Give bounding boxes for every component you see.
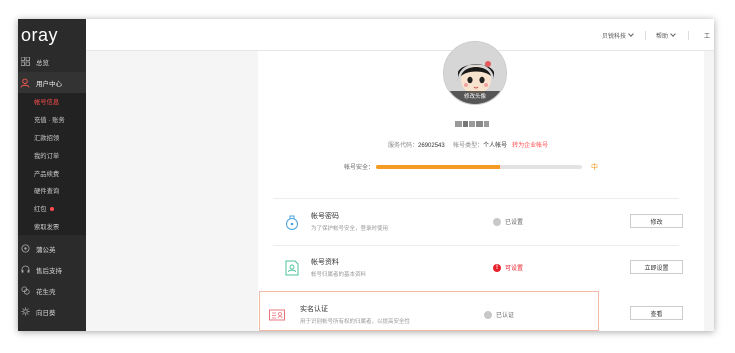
user-icon	[20, 78, 30, 88]
chevron-down-icon	[670, 30, 676, 37]
sidebar-item-remittance[interactable]: 汇款招领	[18, 129, 86, 147]
status-indicator: 已设置	[493, 217, 523, 226]
account-type-value: 个人帐号	[483, 143, 508, 149]
status-text: 可设置	[505, 266, 524, 272]
company-menu[interactable]: 贝锐科技	[602, 19, 634, 51]
grid-icon	[20, 57, 30, 67]
view-auth-button[interactable]: 查看	[630, 306, 683, 320]
status-indicator: 已认证	[484, 310, 514, 319]
lock-icon	[283, 213, 301, 231]
header-divider	[645, 31, 646, 40]
sidebar-item-renewal[interactable]: 产品续费	[18, 164, 86, 182]
main-content: 修改头像 服务代码：26902543 帐号类型：个人帐号 转为企业帐号 帐号安全…	[86, 41, 714, 331]
sidebar-item-sunflower[interactable]: 向日葵	[18, 301, 86, 323]
account-panel: 修改头像 服务代码：26902543 帐号类型：个人帐号 转为企业帐号 帐号安全…	[258, 41, 704, 331]
status-indicator: ! 可设置	[493, 263, 523, 272]
row-password: 帐号密码 为了保护帐号安全，登录时使用 已设置 修改	[273, 199, 683, 245]
chevron-down-icon	[628, 30, 634, 37]
status-text: 已设置	[505, 220, 524, 226]
sidebar-item-red-packet[interactable]: 红包	[18, 200, 86, 218]
sidebar-item-invoice[interactable]: 索取发票	[18, 218, 86, 236]
workbench-menu-label: 工	[704, 33, 711, 40]
avatar-caption: 修改头像	[444, 91, 506, 104]
profile-card-icon	[283, 259, 301, 277]
header-divider	[688, 31, 689, 40]
security-level-text: 中	[591, 164, 598, 171]
help-menu-label: 帮助	[656, 33, 669, 40]
sidebar-item-label: 充值 · 账务	[34, 117, 65, 125]
sidebar-item-orders[interactable]: 我的订单	[18, 146, 86, 164]
sidebar-item-recharge[interactable]: 充值 · 账务	[18, 111, 86, 129]
security-progress-bar	[376, 165, 582, 169]
row-description: 用于识别帐号所有权的归属者，以提高安全性	[300, 319, 411, 325]
row-title: 帐号资料	[311, 259, 339, 266]
status-dot	[484, 310, 492, 319]
sidebar-item-label: 帐号信息	[34, 99, 60, 107]
row-profile: 帐号资料 帐号归属者的基本资料 ! 可设置 立即设置	[273, 245, 683, 291]
logo-text: oray	[21, 24, 59, 45]
id-card-icon	[268, 306, 286, 324]
sidebar-item-peanut[interactable]: 花生壳	[18, 280, 86, 302]
sidebar-item-user-center[interactable]: 用户中心	[18, 72, 86, 93]
modify-password-button[interactable]: 修改	[630, 214, 683, 228]
row-title: 实名认证	[300, 306, 328, 313]
app-window: oray 总览 用户中心 帐号信息 充值 · 账务 汇款招领 我的订单 产品续费…	[18, 19, 714, 331]
sidebar-item-label: 花生壳	[36, 288, 56, 296]
top-header: 贝锐科技 帮助 工	[86, 19, 714, 51]
service-code-label: 服务代码：	[388, 143, 419, 149]
status-text: 已认证	[496, 313, 515, 319]
sidebar-item-label: 我的订单	[34, 152, 60, 160]
sidebar-item-label: 硬件查询	[34, 188, 60, 196]
sidebar-item-dandelion[interactable]: 蒲公英	[18, 238, 86, 260]
row-description: 为了保护帐号安全，登录时使用	[311, 226, 389, 232]
row-real-name-auth: 实名认证 用于识别帐号所有权的归属者，以提高安全性 已认证	[259, 291, 599, 331]
sidebar-item-account-info[interactable]: 帐号信息	[18, 93, 86, 111]
oray-logo[interactable]: oray	[18, 19, 86, 51]
avatar[interactable]: 修改头像	[443, 41, 507, 105]
security-label: 帐号安全：	[344, 165, 375, 171]
sidebar-item-label: 向日葵	[36, 309, 56, 317]
status-dot	[493, 217, 501, 226]
sidebar-item-label: 红包	[34, 206, 47, 214]
dandelion-icon	[20, 244, 30, 254]
account-info-line: 服务代码：26902543 帐号类型：个人帐号 转为企业帐号	[388, 140, 548, 149]
sidebar-item-label: 售后支持	[36, 267, 62, 275]
sidebar-item-label: 产品续费	[34, 170, 60, 178]
sidebar-item-label: 索取发票	[34, 223, 60, 231]
sidebar-item-label: 总览	[36, 59, 49, 67]
peanut-icon	[20, 286, 30, 296]
security-progress-fill	[376, 165, 500, 169]
account-type-label: 帐号类型：	[453, 143, 484, 149]
sidebar-item-overview[interactable]: 总览	[18, 51, 86, 72]
row-description: 帐号归属者的基本资料	[311, 272, 367, 278]
headset-icon	[20, 265, 30, 275]
sidebar-item-label: 蒲公英	[36, 246, 56, 254]
sidebar-item-hardware[interactable]: 硬件查询	[18, 182, 86, 200]
help-menu[interactable]: 帮助	[656, 19, 676, 51]
row-title: 帐号密码	[311, 213, 339, 220]
service-code-value: 26902543	[418, 143, 445, 149]
sidebar-item-label: 用户中心	[36, 80, 62, 88]
company-menu-label: 贝锐科技	[602, 33, 627, 40]
convert-enterprise-link[interactable]: 转为企业帐号	[512, 143, 548, 149]
user-center-submenu: 帐号信息 充值 · 账务 汇款招领 我的订单 产品续费 硬件查询 红包 索取发票	[18, 93, 86, 236]
nickname-masked	[455, 121, 495, 130]
sidebar-item-support[interactable]: 售后支持	[18, 259, 86, 281]
sunflower-icon	[20, 307, 30, 317]
setup-profile-button[interactable]: 立即设置	[630, 260, 683, 274]
warning-icon: !	[493, 263, 501, 272]
sidebar: oray 总览 用户中心 帐号信息 充值 · 账务 汇款招领 我的订单 产品续费…	[18, 19, 86, 331]
workbench-menu[interactable]: 工	[704, 19, 710, 51]
notification-dot	[49, 206, 54, 211]
sidebar-item-label: 汇款招领	[34, 134, 60, 142]
